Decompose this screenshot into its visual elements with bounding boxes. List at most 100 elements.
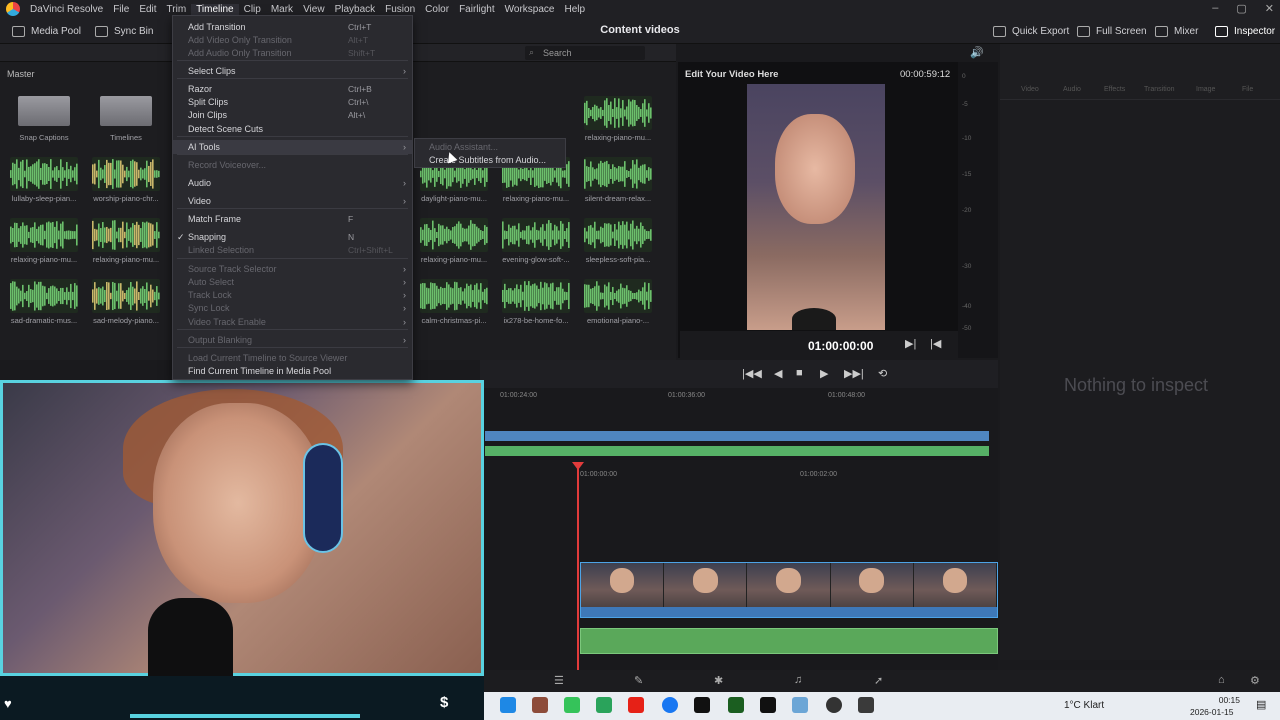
fairlight-page-icon[interactable]: ♫ <box>794 674 802 686</box>
menu-view[interactable]: View <box>298 4 330 15</box>
audio-clip-thumbnail[interactable]: relaxing-piano-mu... <box>584 96 652 142</box>
menu-shortcut: Shift+T <box>348 48 376 58</box>
tab-effects[interactable]: Effects <box>1104 86 1125 93</box>
inspector-button[interactable]: Inspector <box>1215 18 1275 44</box>
menu-item-video[interactable]: Video › <box>173 194 412 208</box>
mixer-button[interactable]: Mixer <box>1155 18 1198 44</box>
chevron-right-icon: › <box>403 178 406 188</box>
home-icon[interactable]: ⌂ <box>1218 674 1225 686</box>
speaker-icon[interactable]: 🔊 <box>970 46 984 59</box>
app-icon[interactable] <box>596 697 612 713</box>
inspector-empty-text: Nothing to inspect <box>1063 375 1209 395</box>
menu-item-ai-tools[interactable]: AI Tools › <box>173 140 412 154</box>
clock-date[interactable]: 2026-01-15 <box>1190 707 1233 717</box>
stop-icon[interactable]: ■ <box>796 367 803 379</box>
maximize-icon[interactable]: ▢ <box>1236 2 1246 15</box>
audio-clip-thumbnail[interactable]: sad-dramatic-mus... <box>10 279 78 325</box>
deliver-page-icon[interactable]: ➚ <box>874 674 883 687</box>
davinci-taskbar-icon[interactable] <box>858 697 874 713</box>
audio-clip-thumbnail[interactable]: sleepless-soft-pia... <box>584 218 652 264</box>
menu-fusion[interactable]: Fusion <box>380 4 420 15</box>
tab-image[interactable]: Image <box>1196 86 1215 93</box>
menu-item-snapping[interactable]: ✓ Snapping N <box>173 230 412 244</box>
skip-back-icon[interactable]: |◀◀ <box>742 367 762 380</box>
menu-item-razor[interactable]: Razor Ctrl+B <box>173 82 412 96</box>
weather-widget[interactable]: 1°C Klart <box>1064 700 1104 711</box>
close-icon[interactable]: ✕ <box>1265 2 1274 15</box>
sync-bin-button[interactable]: Sync Bin <box>95 18 153 44</box>
tab-file[interactable]: File <box>1242 86 1253 93</box>
audio-clip-thumbnail[interactable]: lullaby-sleep-pian... <box>10 157 78 203</box>
menu-workspace[interactable]: Workspace <box>500 4 560 15</box>
youtube-icon[interactable] <box>628 697 644 713</box>
video-clip[interactable] <box>580 562 998 618</box>
menu-item-find-current-timeline-in-media-pool[interactable]: Find Current Timeline in Media Pool <box>173 364 412 378</box>
audio-clip-thumbnail[interactable]: ix278-be-home-fo... <box>502 279 570 325</box>
menu-item-detect-scene-cuts[interactable]: Detect Scene Cuts <box>173 122 412 136</box>
media-search-box[interactable]: ⌕ Search <box>525 46 645 60</box>
app-icon[interactable] <box>564 697 580 713</box>
bin-folder[interactable]: Timelines <box>92 96 160 142</box>
menu-clip[interactable]: Clip <box>239 4 266 15</box>
capcut-icon[interactable] <box>760 697 776 713</box>
reverse-icon[interactable]: ◀ <box>774 367 782 380</box>
tab-video[interactable]: Video <box>1021 86 1039 93</box>
tab-audio[interactable]: Audio <box>1063 86 1081 93</box>
menu-item-add-transition[interactable]: Add Transition Ctrl+T <box>173 20 412 34</box>
edge-icon[interactable] <box>500 697 516 713</box>
audio-clip-thumbnail[interactable]: emotional-piano-... <box>584 279 652 325</box>
clock-time[interactable]: 00:15 <box>1200 695 1240 705</box>
fusion-page-icon[interactable]: ✱ <box>714 674 723 687</box>
audio-clip-thumbnail[interactable]: worship-piano-chr... <box>92 157 160 203</box>
obs-icon[interactable] <box>826 697 842 713</box>
menu-item-join-clips[interactable]: Join Clips Alt+\ <box>173 108 412 122</box>
menu-item-split-clips[interactable]: Split Clips Ctrl+\ <box>173 95 412 109</box>
file-explorer-icon[interactable] <box>792 697 808 713</box>
menu-trim[interactable]: Trim <box>162 4 192 15</box>
menu-help[interactable]: Help <box>559 4 590 15</box>
menu-item-create-subtitles[interactable]: Create Subtitles from Audio... <box>415 153 565 167</box>
tab-transition[interactable]: Transition <box>1144 86 1174 93</box>
menu-item-select-clips[interactable]: Select Clips › <box>173 64 412 78</box>
audio-clip-thumbnail[interactable]: sad-melody-piano... <box>92 279 160 325</box>
minecraft-icon[interactable] <box>532 697 548 713</box>
go-to-end-icon[interactable]: ▶| <box>905 337 916 350</box>
menu-fairlight[interactable]: Fairlight <box>454 4 500 15</box>
tiktok-icon[interactable] <box>694 697 710 713</box>
menu-app[interactable]: DaVinci Resolve <box>25 4 108 15</box>
go-to-start-icon[interactable]: |◀ <box>930 337 941 350</box>
menu-mark[interactable]: Mark <box>266 4 298 15</box>
search-input[interactable]: Search <box>543 48 572 58</box>
audio-clip-thumbnail[interactable]: evening-glow-soft-... <box>502 218 570 264</box>
menu-timeline[interactable]: Timeline <box>191 3 239 15</box>
menu-playback[interactable]: Playback <box>330 4 381 15</box>
timeline-name-dropdown[interactable]: Edit Your Video Here <box>685 69 778 80</box>
audio-clip-thumbnail[interactable]: relaxing-piano-mu... <box>92 218 160 264</box>
audio-clip-thumbnail[interactable]: relaxing-piano-mu... <box>420 218 488 264</box>
loop-icon[interactable]: ⟲ <box>878 367 887 380</box>
audio-clip-thumbnail[interactable]: calm-christmas-pi... <box>420 279 488 325</box>
waveform-thumbnail <box>584 279 652 313</box>
settings-icon[interactable]: ⚙ <box>1250 674 1260 687</box>
notification-icon[interactable]: ▤ <box>1256 698 1266 711</box>
edit-page-icon[interactable]: ✎ <box>634 674 643 687</box>
menu-edit[interactable]: Edit <box>134 4 161 15</box>
excel-icon[interactable] <box>728 697 744 713</box>
quick-export-button[interactable]: Quick Export <box>993 18 1069 44</box>
audio-clip-thumbnail[interactable]: relaxing-piano-mu... <box>10 218 78 264</box>
skip-forward-icon[interactable]: ▶▶| <box>844 367 864 380</box>
facebook-icon[interactable] <box>662 697 678 713</box>
menu-item-audio[interactable]: Audio › <box>173 176 412 190</box>
menu-file[interactable]: File <box>108 4 134 15</box>
audio-clip[interactable] <box>580 628 998 654</box>
menu-color[interactable]: Color <box>420 4 454 15</box>
menu-item-match-frame[interactable]: Match Frame F <box>173 212 412 226</box>
media-pool-button[interactable]: Media Pool <box>12 18 81 44</box>
bin-folder[interactable]: Snap Captions <box>10 96 78 142</box>
full-screen-button[interactable]: Full Screen <box>1077 18 1147 44</box>
play-icon[interactable]: ▶ <box>820 367 828 380</box>
minimize-icon[interactable]: – <box>1212 2 1218 15</box>
audio-clip-thumbnail[interactable]: silent-dream-relax... <box>584 157 652 203</box>
cut-page-icon[interactable]: ☰ <box>554 674 564 687</box>
playhead[interactable] <box>577 462 579 672</box>
